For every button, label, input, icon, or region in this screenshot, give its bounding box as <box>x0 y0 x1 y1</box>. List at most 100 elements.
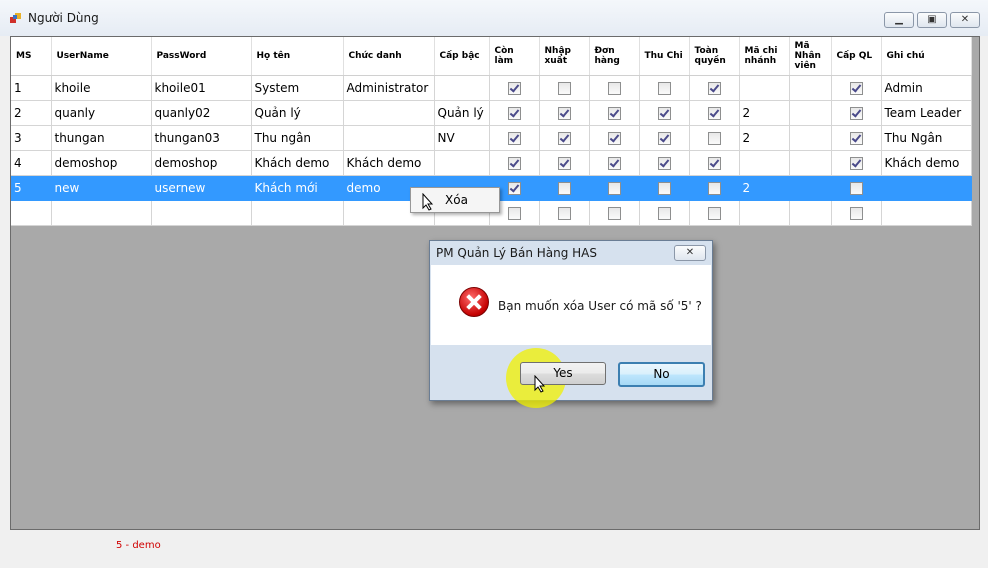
checkbox-cell[interactable] <box>831 100 882 126</box>
checkbox[interactable] <box>707 182 721 195</box>
checkbox-cell[interactable] <box>831 125 882 151</box>
cell-ghichu[interactable]: Khách demo <box>881 150 972 176</box>
table-row[interactable]: 3 thungan thungan03 Thu ngân NV 2 Thu Ngân <box>11 125 972 151</box>
checkbox[interactable] <box>849 107 863 120</box>
checkbox-cell[interactable] <box>639 150 690 176</box>
checkbox[interactable] <box>507 107 521 120</box>
checkbox[interactable] <box>657 132 671 145</box>
table-row[interactable]: 4 demoshop demoshop Khách demo Khách demo Khá… <box>11 150 972 176</box>
checkbox[interactable] <box>707 82 721 95</box>
cell-ghichu[interactable] <box>881 200 972 226</box>
checkbox-cell[interactable] <box>689 75 740 101</box>
cell-ghichu[interactable]: Team Leader <box>881 100 972 126</box>
cell-manhanvien[interactable] <box>789 75 832 101</box>
cell-ms[interactable]: 2 <box>11 100 52 126</box>
cell-manhanvien[interactable] <box>789 175 832 201</box>
checkbox-cell[interactable] <box>831 175 882 201</box>
checkbox[interactable] <box>507 132 521 145</box>
cell-ms[interactable]: 1 <box>11 75 52 101</box>
checkbox[interactable] <box>849 132 863 145</box>
cell-capbac[interactable] <box>434 75 490 101</box>
column-header[interactable]: Chức danh <box>343 37 435 76</box>
checkbox-cell[interactable] <box>689 150 740 176</box>
checkbox[interactable] <box>507 182 521 195</box>
cell-hoten[interactable]: System <box>251 75 344 101</box>
cell-password[interactable] <box>151 200 252 226</box>
cell-password[interactable]: demoshop <box>151 150 252 176</box>
cell-capbac[interactable] <box>434 150 490 176</box>
cell-hoten[interactable]: Khách mới <box>251 175 344 201</box>
checkbox[interactable] <box>557 157 571 170</box>
checkbox[interactable] <box>557 107 571 120</box>
cell-chucdanh[interactable]: Administrator <box>343 75 435 101</box>
checkbox-cell[interactable] <box>539 125 590 151</box>
column-header[interactable]: Cấp bậc <box>434 37 490 76</box>
dialog-close-button[interactable]: ✕ <box>674 245 706 261</box>
cell-username[interactable] <box>51 200 152 226</box>
checkbox-cell[interactable] <box>539 150 590 176</box>
checkbox[interactable] <box>557 132 571 145</box>
close-button[interactable]: ✕ <box>950 12 980 28</box>
minimize-button[interactable]: ▁ <box>884 12 914 28</box>
cell-password[interactable]: khoile01 <box>151 75 252 101</box>
checkbox[interactable] <box>607 107 621 120</box>
checkbox-cell[interactable] <box>639 200 690 226</box>
table-row[interactable]: 1 khoile khoile01 System Administrator Admin <box>11 75 972 101</box>
checkbox[interactable] <box>707 157 721 170</box>
column-header[interactable]: Thu Chi <box>639 37 690 76</box>
checkbox[interactable] <box>557 207 571 220</box>
column-header[interactable]: Nhập xuất <box>539 37 590 76</box>
checkbox-cell[interactable] <box>539 200 590 226</box>
cell-ms[interactable]: 5 <box>11 175 52 201</box>
cell-password[interactable]: thungan03 <box>151 125 252 151</box>
checkbox[interactable] <box>657 182 671 195</box>
checkbox-cell[interactable] <box>689 200 740 226</box>
column-header[interactable]: Họ tên <box>251 37 344 76</box>
checkbox[interactable] <box>507 82 521 95</box>
cell-machinhanh[interactable]: 2 <box>739 175 790 201</box>
cell-ghichu[interactable]: Admin <box>881 75 972 101</box>
cell-ms[interactable]: 3 <box>11 125 52 151</box>
checkbox-cell[interactable] <box>589 150 640 176</box>
cell-capbac[interactable]: NV <box>434 125 490 151</box>
checkbox[interactable] <box>707 132 721 145</box>
checkbox-cell[interactable] <box>589 100 640 126</box>
cell-username[interactable]: demoshop <box>51 150 152 176</box>
cell-chucdanh[interactable]: Khách demo <box>343 150 435 176</box>
checkbox[interactable] <box>607 182 621 195</box>
checkbox-cell[interactable] <box>639 75 690 101</box>
checkbox-cell[interactable] <box>639 125 690 151</box>
cell-manhanvien[interactable] <box>789 200 832 226</box>
column-header[interactable]: Toàn quyền <box>689 37 740 76</box>
column-header[interactable]: Còn làm <box>489 37 540 76</box>
cell-hoten[interactable]: Khách demo <box>251 150 344 176</box>
checkbox[interactable] <box>657 157 671 170</box>
column-header[interactable]: Ghi chú <box>881 37 972 76</box>
cell-machinhanh[interactable]: 2 <box>739 100 790 126</box>
checkbox[interactable] <box>607 82 621 95</box>
checkbox-cell[interactable] <box>831 75 882 101</box>
cell-manhanvien[interactable] <box>789 125 832 151</box>
context-menu-delete[interactable]: Xóa <box>445 193 468 207</box>
checkbox-cell[interactable] <box>589 200 640 226</box>
checkbox-cell[interactable] <box>589 175 640 201</box>
checkbox-cell[interactable] <box>489 125 540 151</box>
checkbox-cell[interactable] <box>539 175 590 201</box>
no-button[interactable]: No <box>618 362 705 387</box>
cell-username[interactable]: new <box>51 175 152 201</box>
checkbox[interactable] <box>849 157 863 170</box>
cell-username[interactable]: thungan <box>51 125 152 151</box>
column-header[interactable]: MS <box>11 37 52 76</box>
checkbox[interactable] <box>849 82 863 95</box>
cell-manhanvien[interactable] <box>789 150 832 176</box>
cell-ms[interactable]: 4 <box>11 150 52 176</box>
table-row[interactable]: 2 quanly quanly02 Quản lý Quản lý 2 Team Leade… <box>11 100 972 126</box>
checkbox[interactable] <box>657 207 671 220</box>
checkbox[interactable] <box>607 132 621 145</box>
column-header[interactable]: Mã Nhân viên <box>789 37 832 76</box>
yes-button[interactable]: Yes <box>520 362 606 385</box>
cell-ghichu[interactable] <box>881 175 972 201</box>
maximize-button[interactable]: ▣ <box>917 12 947 28</box>
cell-machinhanh[interactable]: 2 <box>739 125 790 151</box>
cell-username[interactable]: quanly <box>51 100 152 126</box>
